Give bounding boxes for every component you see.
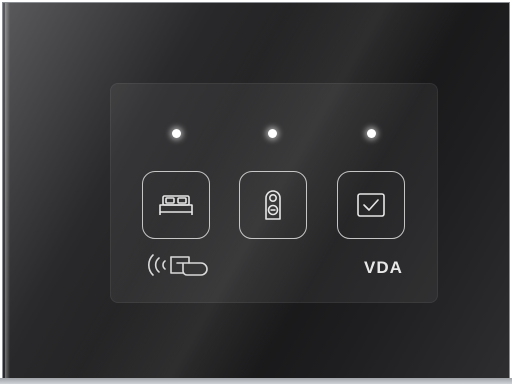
brand-logo: VDA: [364, 258, 403, 277]
door-hanger-icon: [265, 190, 281, 220]
device-base-edge: [0, 378, 512, 384]
housekeeping-button[interactable]: [142, 171, 210, 239]
bed-icon: [159, 195, 193, 215]
led-do-not-disturb: [268, 129, 277, 138]
contactless-card-icon: [148, 254, 208, 276]
do-not-disturb-button[interactable]: [239, 171, 307, 239]
done-button[interactable]: [337, 171, 405, 239]
checkmark-icon: [357, 193, 385, 217]
led-done: [367, 129, 376, 138]
led-housekeeping: [172, 129, 181, 138]
room-control-panel: VDA: [3, 3, 509, 379]
